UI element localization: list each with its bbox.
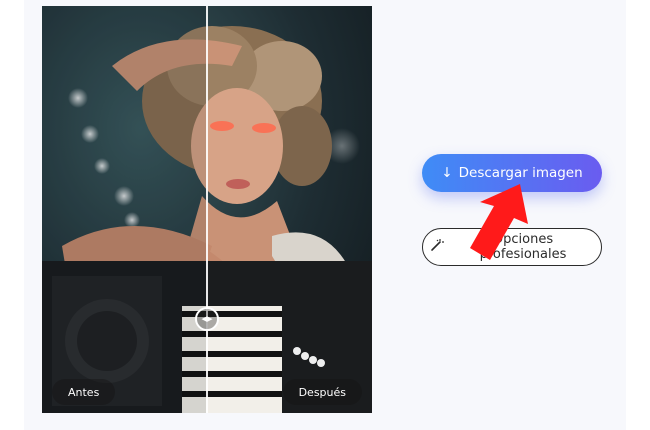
after-label: Después	[282, 379, 362, 405]
left-right-arrows-icon: ◂▸	[201, 312, 213, 325]
before-label: Antes	[52, 379, 116, 405]
comparison-divider[interactable]	[206, 6, 208, 413]
annotation-arrow-icon	[470, 184, 528, 260]
comparison-slider-handle[interactable]: ◂▸	[195, 307, 219, 331]
before-after-photo: ◂▸ Antes Después	[42, 6, 372, 413]
download-button-label: Descargar imagen	[458, 165, 583, 181]
arrow-down-icon: ↓	[441, 165, 453, 181]
magic-wand-icon	[429, 237, 445, 257]
